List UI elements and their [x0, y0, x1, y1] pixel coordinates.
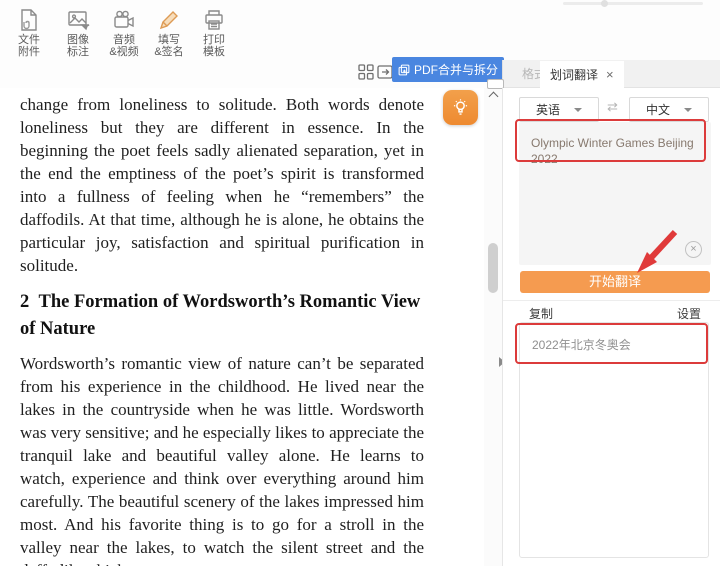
- file-attachment-icon: [17, 8, 41, 32]
- print-template-button[interactable]: 打印 模板: [191, 8, 237, 58]
- audio-video-button[interactable]: 音频 &视频: [101, 8, 147, 58]
- chevron-down-icon: [684, 108, 692, 112]
- panel-tabbar: 格式 划词翻译 ×: [502, 60, 720, 88]
- lightbulb-icon: [450, 97, 471, 118]
- top-toolbar: 文件 附件 图像 标注 音频 &视频 填写 &签名: [0, 0, 720, 57]
- start-translate-button[interactable]: 开始翻译: [520, 271, 710, 293]
- copy-button[interactable]: 复制: [529, 305, 553, 322]
- target-language-value: 中文: [646, 101, 670, 118]
- document-text: change from loneliness to solitude. Both…: [20, 93, 424, 566]
- source-language-value: 英语: [536, 101, 560, 118]
- close-tab-icon[interactable]: ×: [606, 68, 614, 81]
- scrollbar-thumb[interactable]: [488, 243, 498, 293]
- zoom-slider-knob[interactable]: [601, 0, 608, 7]
- fill-sign-icon: [157, 8, 181, 32]
- tool-label: 文件 附件: [6, 34, 52, 58]
- tool-label: 图像 标注: [55, 34, 101, 58]
- zoom-slider[interactable]: [563, 2, 703, 5]
- paragraph: change from loneliness to solitude. Both…: [20, 93, 424, 277]
- swap-languages-icon[interactable]: ⇄: [607, 99, 618, 115]
- translate-input[interactable]: Olympic Winter Games Beijing 2022: [519, 122, 711, 265]
- image-annotation-button[interactable]: 图像 标注: [55, 8, 101, 58]
- tool-label: 音频 &视频: [101, 34, 147, 58]
- document-page: change from loneliness to solitude. Both…: [0, 88, 484, 566]
- merge-pages-icon: [398, 63, 410, 77]
- target-language-select[interactable]: 中文: [629, 97, 709, 122]
- clear-input-icon[interactable]: ×: [685, 241, 702, 258]
- scroll-up-arrow[interactable]: [489, 92, 499, 100]
- source-language-select[interactable]: 英语: [519, 97, 599, 122]
- section-divider: [503, 300, 720, 301]
- fill-sign-button[interactable]: 填写 &签名: [146, 8, 192, 58]
- image-annotation-icon: [66, 8, 90, 32]
- lightbulb-tip-button[interactable]: [443, 90, 478, 125]
- tool-label: 打印 模板: [191, 34, 237, 58]
- file-attachment-button[interactable]: 文件 附件: [6, 8, 52, 58]
- document-scrollbar: [484, 88, 502, 566]
- settings-button[interactable]: 设置: [677, 305, 701, 322]
- tool-label: 填写 &签名: [146, 34, 192, 58]
- pdf-editor-window: 文件 附件 图像 标注 音频 &视频 填写 &签名: [0, 0, 720, 566]
- translate-panel: 英语 ⇄ 中文 Olympic Winter Games Beijing 202…: [502, 88, 720, 566]
- tab-translate[interactable]: 划词翻译 ×: [540, 61, 624, 88]
- translate-result: 2022年北京冬奥会: [519, 322, 709, 558]
- section-heading: 2 The Formation of Wordsworth’s Romantic…: [20, 289, 424, 343]
- thumbnail-grid-icon[interactable]: [358, 64, 374, 80]
- print-template-icon: [202, 8, 226, 32]
- merge-split-label: PDF合并与拆分: [414, 61, 498, 78]
- chevron-down-icon: [574, 108, 582, 112]
- audio-video-icon: [112, 8, 136, 32]
- tab-translate-label: 划词翻译: [550, 66, 598, 83]
- page-view-icon[interactable]: [377, 64, 393, 80]
- paragraph: Wordsworth’s romantic view of nature can…: [20, 352, 424, 566]
